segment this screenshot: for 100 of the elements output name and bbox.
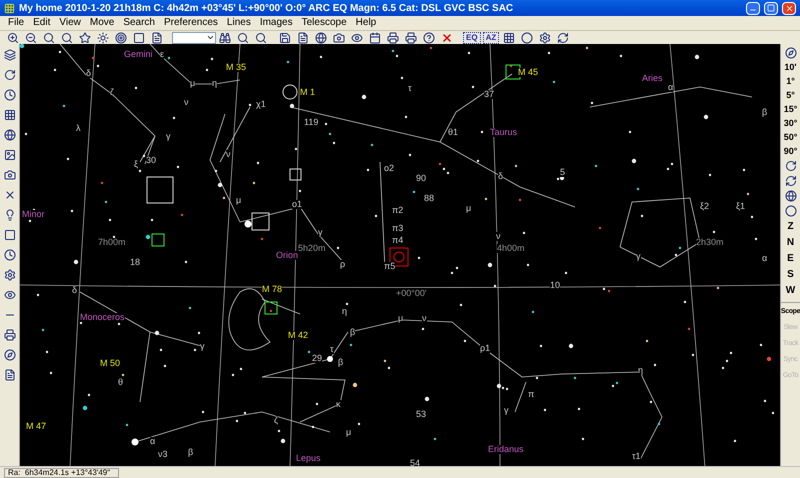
- star-label: 30: [146, 156, 156, 165]
- star-label: α: [668, 83, 674, 92]
- grid-label: +00°00': [396, 289, 427, 298]
- constellation-label: Aries: [642, 74, 663, 83]
- direction-button[interactable]: N: [786, 235, 794, 250]
- field-of-view-button[interactable]: 1°: [786, 75, 795, 88]
- menu-item[interactable]: Preferences: [160, 18, 222, 28]
- star-label: μ: [346, 428, 352, 437]
- star-label: 18: [130, 258, 140, 267]
- field-of-view-button[interactable]: 10': [784, 61, 797, 74]
- menu-item[interactable]: Telescope: [298, 18, 351, 28]
- star-label: γ: [504, 406, 508, 415]
- star-label: π3: [392, 224, 404, 233]
- object-label: M 50: [100, 359, 120, 368]
- constellation-label: Gemini: [124, 50, 153, 59]
- menu-item[interactable]: View: [55, 18, 85, 28]
- grid-label: 4h00m: [497, 244, 525, 253]
- close-button[interactable]: [782, 2, 796, 14]
- menu-item[interactable]: Move: [86, 18, 118, 28]
- star-label: 37: [484, 90, 494, 99]
- star-label: τ1: [632, 452, 641, 461]
- star-label: χ1: [256, 100, 266, 109]
- star-label: θ: [118, 378, 124, 387]
- star-label: ν3: [158, 450, 168, 459]
- star-label: 119: [304, 118, 318, 127]
- star-label: δ: [86, 69, 92, 78]
- star-label: ζ: [110, 88, 114, 97]
- star-label: ο2: [384, 164, 394, 173]
- menu-item[interactable]: File: [4, 18, 28, 28]
- object-label: M 1: [300, 88, 316, 97]
- star-label: γ: [200, 342, 204, 351]
- menu-item[interactable]: Help: [352, 18, 380, 28]
- star-label: π4: [392, 236, 404, 245]
- star-label: μ: [190, 79, 196, 88]
- cross-icon: [441, 32, 453, 44]
- star-label: β: [338, 358, 344, 367]
- star-label: γ: [636, 252, 640, 261]
- field-of-view-button[interactable]: 50°: [784, 131, 798, 144]
- star-label: γ: [166, 132, 170, 141]
- constellation-label: Eridanus: [488, 445, 524, 454]
- star-label: μ: [398, 314, 404, 323]
- star-label: τ: [330, 345, 334, 354]
- star-label: γ: [318, 228, 322, 237]
- star-label: β: [188, 448, 194, 457]
- star-label: ν: [496, 232, 500, 241]
- object-label: M 42: [288, 331, 308, 340]
- star-label: π2: [392, 206, 404, 215]
- star-label: 29: [312, 354, 322, 363]
- star-label: ν: [422, 314, 426, 323]
- star-label: δ: [72, 286, 78, 295]
- direction-button[interactable]: Z: [787, 219, 794, 234]
- direction-button[interactable]: S: [787, 267, 794, 282]
- object-label: M 78: [262, 285, 282, 294]
- maximize-button[interactable]: [764, 2, 778, 14]
- status-text: Ra: 6h34m24.1s +13°43'49": [4, 468, 120, 478]
- field-of-view-button[interactable]: 15°: [784, 103, 798, 116]
- field-of-view-button[interactable]: 5°: [786, 89, 795, 102]
- object-label: M 35: [226, 63, 246, 72]
- star-label: η: [638, 366, 644, 375]
- star-label: ξ1: [736, 202, 746, 211]
- object-label: M 47: [26, 422, 46, 431]
- direction-button[interactable]: W: [786, 283, 796, 298]
- star-label: ξ2: [700, 202, 710, 211]
- star-label: ζ: [274, 416, 278, 425]
- star-label: η: [342, 307, 348, 316]
- grid-label: 2h30m: [696, 238, 724, 247]
- star-label: δ: [498, 172, 504, 181]
- star-label: μ: [466, 204, 472, 213]
- star-label: ρ: [340, 260, 346, 269]
- direction-button[interactable]: E: [787, 251, 794, 266]
- star-label: α: [150, 437, 156, 446]
- window-title: My home 2010-1-20 21h18m C: 4h42m +03°45' L:+90°00' O:0° ARC EQ Magn: 6.5 Cat: DSL GVC BSC SAC: [19, 2, 514, 16]
- menu-item[interactable]: Lines: [222, 18, 255, 28]
- star-label: β: [762, 108, 768, 117]
- constellation-label: Orion: [276, 251, 298, 260]
- star-label: 53: [416, 410, 426, 419]
- constellation-label: Minor: [22, 210, 45, 219]
- close-icon: [784, 4, 794, 12]
- star-label: α: [762, 254, 768, 263]
- constellation-label: Lepus: [296, 454, 321, 463]
- menu-item[interactable]: Search: [119, 18, 159, 28]
- star-label: ν: [184, 98, 188, 107]
- constellation-label: Taurus: [490, 128, 518, 137]
- star-label: λ: [76, 124, 80, 133]
- star-label: 10: [550, 281, 560, 290]
- menu-item[interactable]: Edit: [29, 18, 54, 28]
- star-label: μ: [236, 196, 242, 205]
- maximize-icon: [767, 4, 775, 12]
- star-label: π: [528, 390, 534, 399]
- menu-item[interactable]: Images: [256, 18, 297, 28]
- star-label: 54: [410, 459, 420, 466]
- star-label: 88: [424, 194, 434, 203]
- field-of-view-button[interactable]: 90°: [784, 145, 798, 158]
- grid-label: 5h20m: [298, 244, 326, 253]
- minimize-button[interactable]: [746, 2, 760, 14]
- star-label: ε: [160, 50, 164, 59]
- field-of-view-button[interactable]: 30°: [784, 117, 798, 130]
- star-label: ν: [226, 150, 230, 159]
- constellation-label: Monoceros: [80, 313, 125, 322]
- star-label: η: [212, 79, 218, 88]
